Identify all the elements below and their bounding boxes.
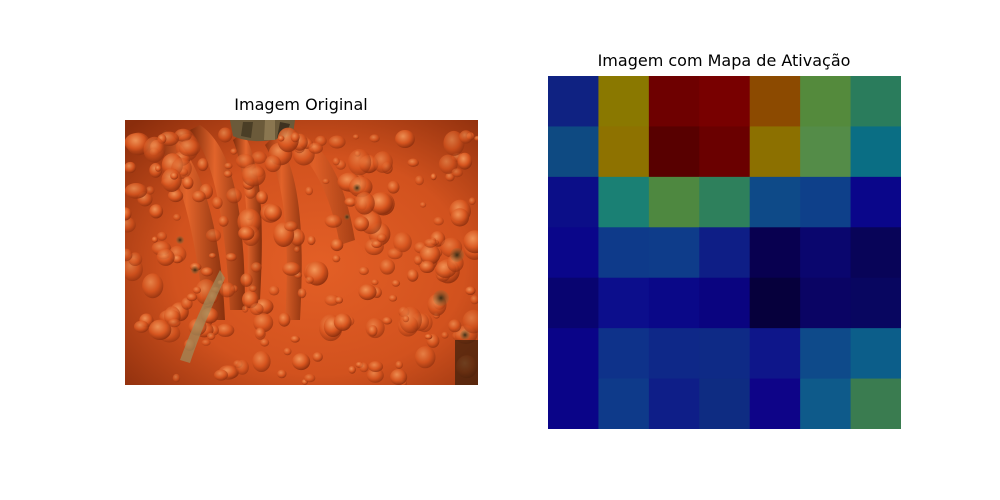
heatmap-cell-r6-c0	[548, 378, 599, 429]
heatmap-cell-r1-c5	[800, 126, 852, 178]
heatmap-cell-r3-c4	[749, 227, 801, 279]
heatmap-cell-r6-c4	[749, 378, 801, 429]
heatmap-cell-r1-c6	[850, 126, 901, 178]
heatmap-cell-r0-c5	[800, 76, 852, 127]
heatmap-cell-r4-c1	[598, 277, 650, 329]
heatmap-cell-r2-c5	[800, 176, 852, 228]
heatmap-cell-r1-c3	[699, 126, 751, 178]
heatmap-cell-r6-c3	[699, 378, 751, 429]
heatmap-cell-r5-c5	[800, 328, 852, 380]
heatmap-cell-r2-c0	[548, 176, 599, 228]
heatmap-cell-r0-c2	[648, 76, 700, 127]
original-pumpkin-image	[125, 120, 478, 385]
original-image-title: Imagem Original	[234, 95, 368, 114]
heatmap-cell-r4-c0	[548, 277, 599, 329]
heatmap-cell-r6-c6	[850, 378, 901, 429]
heatmap-cell-r2-c6	[850, 176, 901, 228]
heatmap-cell-r2-c3	[699, 176, 751, 228]
heatmap-cell-r2-c2	[648, 176, 700, 228]
heatmap-cell-r3-c0	[548, 227, 599, 279]
heatmap-cell-r0-c6	[850, 76, 901, 127]
heatmap-cell-r1-c2	[648, 126, 700, 178]
heatmap-cell-r1-c0	[548, 126, 599, 178]
heatmap-cell-r6-c1	[598, 378, 650, 429]
heatmap-cell-r1-c1	[598, 126, 650, 178]
heatmap-cell-r2-c4	[749, 176, 801, 228]
heatmap-cell-r4-c3	[699, 277, 751, 329]
heatmap-cell-r3-c1	[598, 227, 650, 279]
heatmap-cell-r5-c6	[850, 328, 901, 380]
heatmap-cell-r3-c5	[800, 227, 852, 279]
activation-heatmap	[548, 76, 901, 429]
heatmap-cell-r2-c1	[598, 176, 650, 228]
heatmap-cell-r0-c0	[548, 76, 599, 127]
heatmap-cell-r3-c3	[699, 227, 751, 279]
heatmap-cell-r5-c4	[749, 328, 801, 380]
image-dark-corner	[455, 340, 478, 385]
heatmap-cell-r5-c1	[598, 328, 650, 380]
heatmap-cell-r5-c3	[699, 328, 751, 380]
heatmap-cell-r0-c1	[598, 76, 650, 127]
heatmap-cell-r5-c0	[548, 328, 599, 380]
heatmap-cell-r0-c3	[699, 76, 751, 127]
heatmap-cell-r6-c2	[648, 378, 700, 429]
heatmap-cell-r4-c5	[800, 277, 852, 329]
heatmap-cell-r0-c4	[749, 76, 801, 127]
heatmap-cell-r6-c5	[800, 378, 852, 429]
activation-map-title: Imagem com Mapa de Ativação	[597, 51, 851, 70]
heatmap-cell-r1-c4	[749, 126, 801, 178]
heatmap-cell-r4-c4	[749, 277, 801, 329]
heatmap-cell-r3-c2	[648, 227, 700, 279]
heatmap-cell-r3-c6	[850, 227, 901, 279]
heatmap-cell-r4-c2	[648, 277, 700, 329]
heatmap-cell-r5-c2	[648, 328, 700, 380]
heatmap-cell-r4-c6	[850, 277, 901, 329]
